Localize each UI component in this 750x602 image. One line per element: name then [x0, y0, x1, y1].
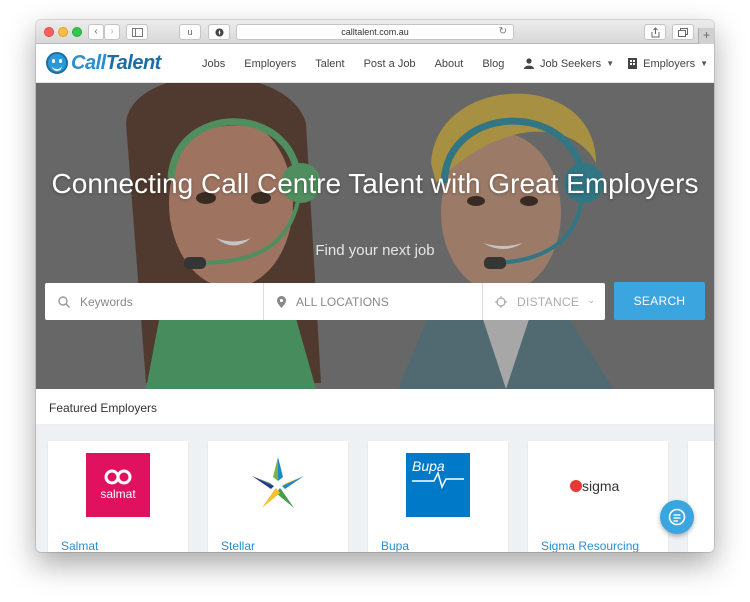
salmat-logo: salmat [86, 453, 150, 517]
employer-name[interactable]: Salmat [61, 539, 98, 552]
distance-label: DISTANCE [517, 294, 580, 309]
calltalent-logo[interactable]: CallTalent [46, 51, 161, 75]
hero-subtitle: Find your next job [315, 242, 435, 259]
featured-employers-header: Featured Employers [36, 389, 714, 425]
tab-overview-button[interactable] [672, 24, 694, 40]
employer-name[interactable]: Stellar [221, 539, 255, 552]
job-seekers-menu[interactable]: Job Seekers ▼ [524, 58, 614, 70]
employer-name[interactable]: Sigma Resourcing [541, 539, 639, 552]
employer-card-stellar[interactable]: Stellar [208, 441, 348, 552]
employer-card-sigma[interactable]: sigma Sigma Resourcing [528, 441, 668, 552]
building-icon [628, 58, 638, 69]
keywords-input[interactable] [80, 294, 263, 309]
nav-blog[interactable]: Blog [482, 58, 504, 70]
nav-employers[interactable]: Employers [244, 58, 296, 70]
url-text: calltalent.com.au [341, 27, 409, 37]
location-field-wrapper [264, 283, 483, 320]
location-input[interactable] [296, 294, 482, 309]
bupa-logo: Bupa [406, 453, 470, 517]
browser-toolbar: ‹ › u calltalent.com.au ↻ + [36, 20, 714, 44]
logo-text: CallTalent [71, 51, 161, 74]
chevron-down-icon: ▼ [700, 59, 708, 68]
compass-icon [214, 28, 224, 37]
extension-button[interactable] [208, 24, 230, 40]
site-header: CallTalent Jobs Employers Talent Post a … [36, 44, 714, 83]
smiley-logo-icon [46, 52, 68, 74]
hero-overlay [36, 83, 714, 389]
hero-title: Connecting Call Centre Talent with Great… [51, 168, 699, 199]
share-button[interactable] [644, 24, 666, 40]
chat-widget-button[interactable] [660, 500, 694, 534]
nav-post-a-job[interactable]: Post a Job [364, 58, 416, 70]
browser-window: ‹ › u calltalent.com.au ↻ + CallTalent J… [36, 20, 714, 552]
chevron-down-icon: ▼ [606, 59, 615, 68]
featured-employers-title: Featured Employers [49, 401, 158, 415]
sidebar-icon [131, 28, 143, 37]
stellar-star-logo [252, 457, 304, 508]
employer-card-bupa[interactable]: Bupa Bupa [368, 441, 508, 552]
chevron-down-icon: ⌄ [587, 295, 595, 305]
employer-card-partial[interactable] [688, 441, 714, 552]
job-search-bar: DISTANCE ⌄ [45, 283, 605, 320]
zoom-window-button[interactable] [72, 27, 82, 37]
sidebar-toggle-button[interactable] [126, 24, 148, 40]
minimize-window-button[interactable] [58, 27, 68, 37]
nav-jobs[interactable]: Jobs [202, 58, 225, 70]
keywords-field-wrapper [45, 283, 264, 320]
user-nav: Job Seekers ▼ Employers ▼ [510, 44, 708, 83]
map-pin-icon [277, 295, 286, 308]
hero-section: Connecting Call Centre Talent with Great… [36, 83, 714, 389]
user-icon [524, 58, 535, 69]
sigma-resourcing-logo: sigma [566, 453, 630, 517]
svg-text:salmat: salmat [100, 487, 136, 501]
address-bar[interactable]: calltalent.com.au ↻ [236, 24, 514, 40]
svg-text:Bupa: Bupa [412, 458, 445, 474]
job-seekers-label: Job Seekers [540, 57, 602, 70]
forward-button[interactable]: › [104, 24, 120, 40]
search-button[interactable]: SEARCH [614, 282, 705, 320]
tabs-icon [678, 28, 688, 37]
nav-talent[interactable]: Talent [315, 58, 344, 70]
extension-u-button[interactable]: u [179, 24, 201, 40]
close-window-button[interactable] [44, 27, 54, 37]
share-icon [651, 27, 659, 38]
featured-employers-list: salmat Salmat Stellar Bupa Bupa sigma Si… [36, 425, 714, 552]
employers-menu[interactable]: Employers ▼ [628, 58, 708, 70]
employer-name[interactable]: Bupa [381, 539, 409, 552]
back-button[interactable]: ‹ [88, 24, 104, 40]
main-nav: Jobs Employers Talent Post a Job About B… [202, 44, 523, 83]
employers-label: Employers [643, 57, 696, 70]
svg-text:sigma: sigma [582, 478, 620, 494]
reload-icon[interactable]: ↻ [499, 25, 507, 39]
search-icon [58, 295, 70, 308]
crosshair-icon [495, 295, 507, 308]
employer-card-salmat[interactable]: salmat Salmat [48, 441, 188, 552]
distance-select[interactable]: DISTANCE ⌄ [483, 283, 605, 320]
chat-icon [668, 508, 686, 526]
nav-about[interactable]: About [435, 58, 464, 70]
new-tab-button[interactable]: + [698, 28, 714, 44]
